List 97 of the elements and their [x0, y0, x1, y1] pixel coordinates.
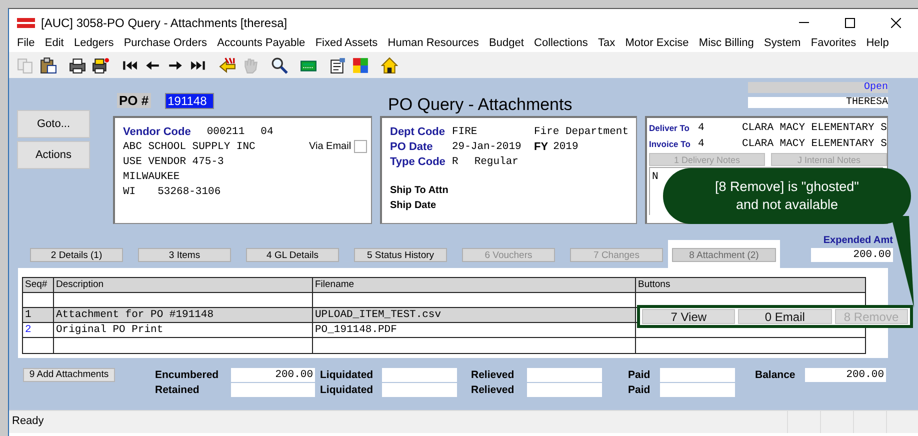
- remit-code: 04: [260, 126, 274, 138]
- vendor-code: 000211: [206, 126, 245, 138]
- menu-item[interactable]: Budget: [489, 37, 524, 52]
- color-grid-icon[interactable]: [352, 56, 369, 74]
- expended-amount-label: Expended Amt: [823, 235, 893, 246]
- total-label: Retained: [155, 384, 200, 396]
- app-logo-icon: [17, 18, 35, 28]
- window-title: [AUC] 3058-PO Query - Attachments [theresa]: [41, 16, 288, 30]
- expended-amount-field: 200.00: [811, 248, 893, 262]
- via-email-checkbox[interactable]: [354, 140, 368, 153]
- field-description: Regular: [474, 156, 518, 168]
- vendor-address-line: ABC SCHOOL SUPPLY INC: [123, 140, 256, 152]
- field-value: FIRE: [452, 126, 478, 138]
- field-value: 29-Jan-2019: [452, 140, 522, 152]
- minimize-icon[interactable]: [799, 22, 809, 24]
- status-field: Open: [748, 82, 888, 93]
- field-label: Invoice To: [649, 138, 692, 148]
- menu-item[interactable]: File: [17, 37, 35, 52]
- tab[interactable]: 4 GL Details: [246, 248, 339, 262]
- field-label: Type Code: [390, 156, 446, 168]
- menu-item[interactable]: Accounts Payable: [217, 37, 306, 52]
- field-value: 2019: [553, 140, 578, 152]
- po-number-field[interactable]: 191148: [164, 93, 214, 109]
- field-label: Vendor Code: [123, 126, 191, 138]
- menu-item[interactable]: System: [764, 37, 801, 52]
- total-label: Paid: [628, 384, 652, 396]
- total-label: Liquidated: [320, 384, 374, 396]
- side-button[interactable]: Goto...: [17, 110, 90, 138]
- tab[interactable]: 3 Items: [138, 248, 231, 262]
- field-label: PO Date: [390, 140, 434, 152]
- field-label: Ship Date: [390, 200, 438, 211]
- vendor-address-line: USE VENDOR 475-3: [123, 156, 225, 168]
- callout: [8 Remove] is "ghosted" and not available: [663, 168, 911, 224]
- menu-item[interactable]: Human Resources: [388, 37, 479, 52]
- total-label: Balance: [755, 368, 796, 380]
- field-value: CLARA MACY ELEMENTARY S: [742, 122, 887, 134]
- field-label: Deliver To: [649, 122, 690, 132]
- menu-item[interactable]: Help: [866, 37, 889, 52]
- table-cell: Original PO Print: [54, 323, 313, 338]
- vendor-address-line: MILWAUKEE: [123, 170, 181, 182]
- vendor-zip: 53268-3106: [158, 186, 221, 198]
- menu-item[interactable]: Motor Excise: [625, 37, 689, 52]
- note-text: N: [652, 171, 658, 183]
- table-cell: PO_191148.PDF: [313, 323, 636, 338]
- menu-item[interactable]: Ledgers: [74, 37, 114, 52]
- field-label: Dept Code: [390, 126, 446, 138]
- search-icon[interactable]: [271, 56, 288, 74]
- total-label: Relieved: [471, 368, 516, 380]
- field-value: 4: [698, 138, 706, 150]
- menu-item[interactable]: Tax: [598, 37, 616, 52]
- column-header: Filename: [313, 278, 636, 293]
- field-label: Ship To Attn: [390, 185, 450, 196]
- column-header: Buttons: [636, 278, 865, 293]
- field-label: FY: [534, 140, 548, 152]
- row-action-button[interactable]: 0 Email: [738, 309, 832, 324]
- total-label: Liquidated: [320, 368, 374, 380]
- page-title: PO Query - Attachments: [388, 95, 574, 115]
- row-action-button[interactable]: 7 View: [642, 309, 736, 324]
- maximize-icon[interactable]: [845, 18, 855, 28]
- printer-icon[interactable]: [69, 56, 86, 74]
- menu-item[interactable]: Misc Billing: [698, 37, 754, 52]
- table-cell: 1: [23, 308, 54, 323]
- menu-item[interactable]: Edit: [44, 37, 64, 52]
- status-text: Ready: [11, 414, 45, 429]
- menu-item[interactable]: Collections: [534, 37, 588, 52]
- field-value: 4: [698, 122, 706, 134]
- side-button[interactable]: Actions: [17, 141, 90, 169]
- column-header: Description: [54, 278, 313, 293]
- menu-item[interactable]: Purchase Orders: [124, 37, 207, 52]
- home-icon[interactable]: [381, 56, 398, 74]
- add-attachments-button[interactable]: 9 Add Attachments: [23, 368, 115, 382]
- column-header: Seq#: [23, 278, 54, 293]
- total-field: 200.00: [231, 368, 315, 382]
- exit-arrow-icon[interactable]: [219, 56, 236, 74]
- menu-item[interactable]: Fixed Assets: [315, 37, 378, 52]
- tab[interactable]: 8 Attachment (2): [672, 248, 776, 262]
- clipboard-icon[interactable]: [40, 56, 57, 74]
- document-icon[interactable]: [329, 56, 346, 74]
- tab[interactable]: 2 Details (1): [30, 248, 123, 262]
- field-value: CLARA MACY ELEMENTARY S: [742, 138, 887, 150]
- field-value: R: [452, 156, 458, 168]
- printer-icon[interactable]: [92, 56, 109, 74]
- field-value: Fire Department: [534, 126, 629, 138]
- via-email-label: Via Email: [309, 141, 352, 152]
- table-cell: 2: [23, 323, 54, 338]
- po-label: PO #: [117, 93, 151, 108]
- user-field: THERESA: [748, 97, 888, 108]
- tab[interactable]: 5 Status History: [354, 248, 447, 262]
- table-cell: Attachment for PO #191148: [54, 308, 313, 323]
- total-label: Relieved: [471, 384, 516, 396]
- total-field: 200.00: [805, 368, 886, 382]
- close-icon[interactable]: [891, 18, 901, 28]
- table-cell: UPLOAD_ITEM_TEST.csv: [313, 308, 636, 323]
- total-label: Paid: [628, 368, 652, 380]
- vendor-state: WI: [123, 186, 136, 198]
- menu-item[interactable]: Favorites: [810, 37, 856, 52]
- total-label: Encumbered: [155, 368, 220, 380]
